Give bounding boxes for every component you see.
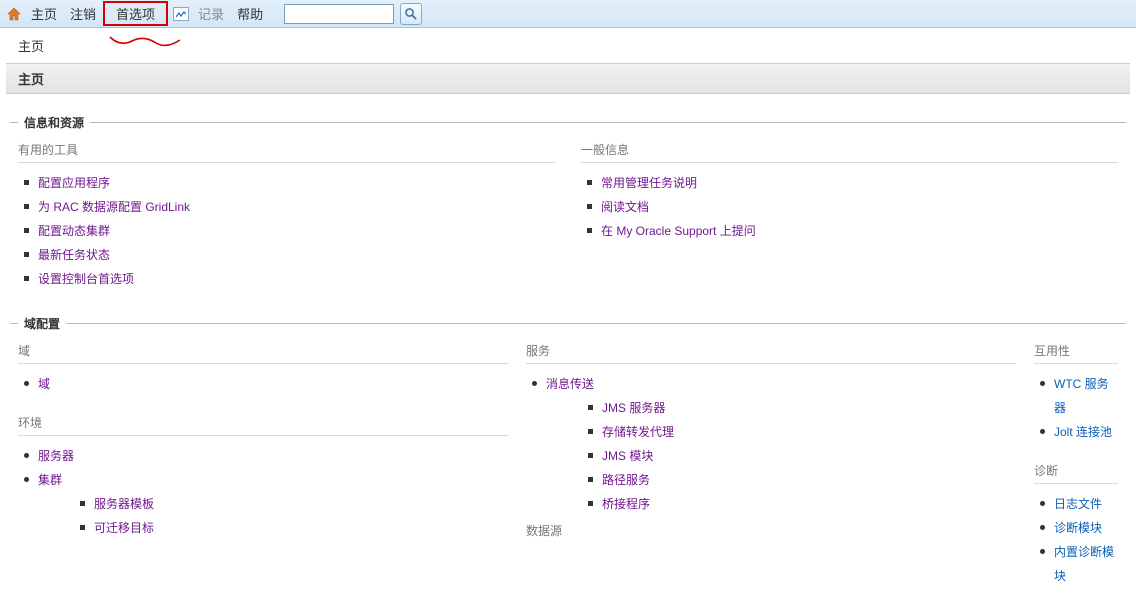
link-logfiles[interactable]: 日志文件	[1054, 497, 1102, 511]
nav-home[interactable]: 主页	[25, 1, 63, 26]
search-icon	[404, 7, 418, 21]
search-wrap	[284, 3, 422, 25]
nav-help[interactable]: 帮助	[231, 1, 269, 26]
section-info: 信息和资源 有用的工具 配置应用程序 为 RAC 数据源配置 GridLink …	[10, 114, 1126, 295]
breadcrumb: 主页	[0, 28, 1136, 61]
link-config-app[interactable]: 配置应用程序	[38, 176, 110, 190]
link-server-template[interactable]: 服务器模板	[94, 497, 154, 511]
nav-logout[interactable]: 注销	[64, 1, 102, 26]
nav-prefs-highlight: 首选项	[103, 1, 168, 26]
link-dynamic-cluster[interactable]: 配置动态集群	[38, 224, 110, 238]
section-info-legend: 信息和资源	[18, 114, 90, 131]
link-jms-module[interactable]: JMS 模块	[602, 449, 653, 463]
link-task-status[interactable]: 最新任务状态	[38, 248, 110, 262]
link-diag-module[interactable]: 诊断模块	[1054, 521, 1102, 535]
section-domain-legend: 域配置	[18, 315, 66, 332]
link-migratable[interactable]: 可迁移目标	[94, 521, 154, 535]
section-domain: 域配置 域 域 环境 服务器 集群 服务器模板 可迁移目标	[10, 315, 1126, 592]
search-input[interactable]	[284, 4, 394, 24]
link-saf-agent[interactable]: 存储转发代理	[602, 425, 674, 439]
tools-head: 有用的工具	[18, 141, 555, 163]
col-services: 服务 消息传送 JMS 服务器 存储转发代理 JMS 模块 路径服务 桥接程序 …	[526, 342, 1016, 588]
nav-record[interactable]: 记录	[192, 1, 230, 26]
domain-head: 域	[18, 342, 508, 364]
page-title: 主页	[6, 63, 1130, 94]
env-head: 环境	[18, 414, 508, 436]
link-bridge[interactable]: 桥接程序	[602, 497, 650, 511]
link-jolt[interactable]: Jolt 连接池	[1054, 425, 1112, 439]
chart-icon[interactable]	[173, 7, 189, 21]
col-interop-diag: 互用性 WTC 服务器 Jolt 连接池 诊断 日志文件 诊断模块 内置诊断模块	[1034, 342, 1118, 588]
link-builtin-diag[interactable]: 内置诊断模块	[1054, 545, 1114, 583]
interop-head: 互用性	[1034, 342, 1118, 364]
ds-head: 数据源	[526, 522, 1016, 543]
top-toolbar: 主页 注销 首选项 记录 帮助	[0, 0, 1136, 28]
svc-head: 服务	[526, 342, 1016, 364]
nav-prefs[interactable]: 首选项	[110, 4, 161, 25]
link-domain[interactable]: 域	[38, 377, 50, 391]
breadcrumb-home[interactable]: 主页	[18, 39, 44, 54]
link-wtc[interactable]: WTC 服务器	[1054, 377, 1109, 415]
link-jms-server[interactable]: JMS 服务器	[602, 401, 665, 415]
col-domain-env: 域 域 环境 服务器 集群 服务器模板 可迁移目标	[18, 342, 508, 588]
link-messaging[interactable]: 消息传送	[546, 377, 594, 391]
link-admin-tasks[interactable]: 常用管理任务说明	[601, 176, 697, 190]
link-console-prefs[interactable]: 设置控制台首选项	[38, 272, 134, 286]
main-content: 信息和资源 有用的工具 配置应用程序 为 RAC 数据源配置 GridLink …	[0, 94, 1136, 592]
link-clusters[interactable]: 集群	[38, 473, 62, 487]
general-head: 一般信息	[581, 141, 1118, 163]
link-read-docs[interactable]: 阅读文档	[601, 200, 649, 214]
col-general: 一般信息 常用管理任务说明 阅读文档 在 My Oracle Support 上…	[581, 141, 1118, 291]
search-button[interactable]	[400, 3, 422, 25]
link-rac-gridlink[interactable]: 为 RAC 数据源配置 GridLink	[38, 200, 190, 214]
link-servers[interactable]: 服务器	[38, 449, 74, 463]
home-icon	[6, 6, 22, 22]
link-path-svc[interactable]: 路径服务	[602, 473, 650, 487]
diag-head: 诊断	[1034, 462, 1118, 484]
link-oracle-support[interactable]: 在 My Oracle Support 上提问	[601, 224, 756, 238]
col-tools: 有用的工具 配置应用程序 为 RAC 数据源配置 GridLink 配置动态集群…	[18, 141, 555, 291]
